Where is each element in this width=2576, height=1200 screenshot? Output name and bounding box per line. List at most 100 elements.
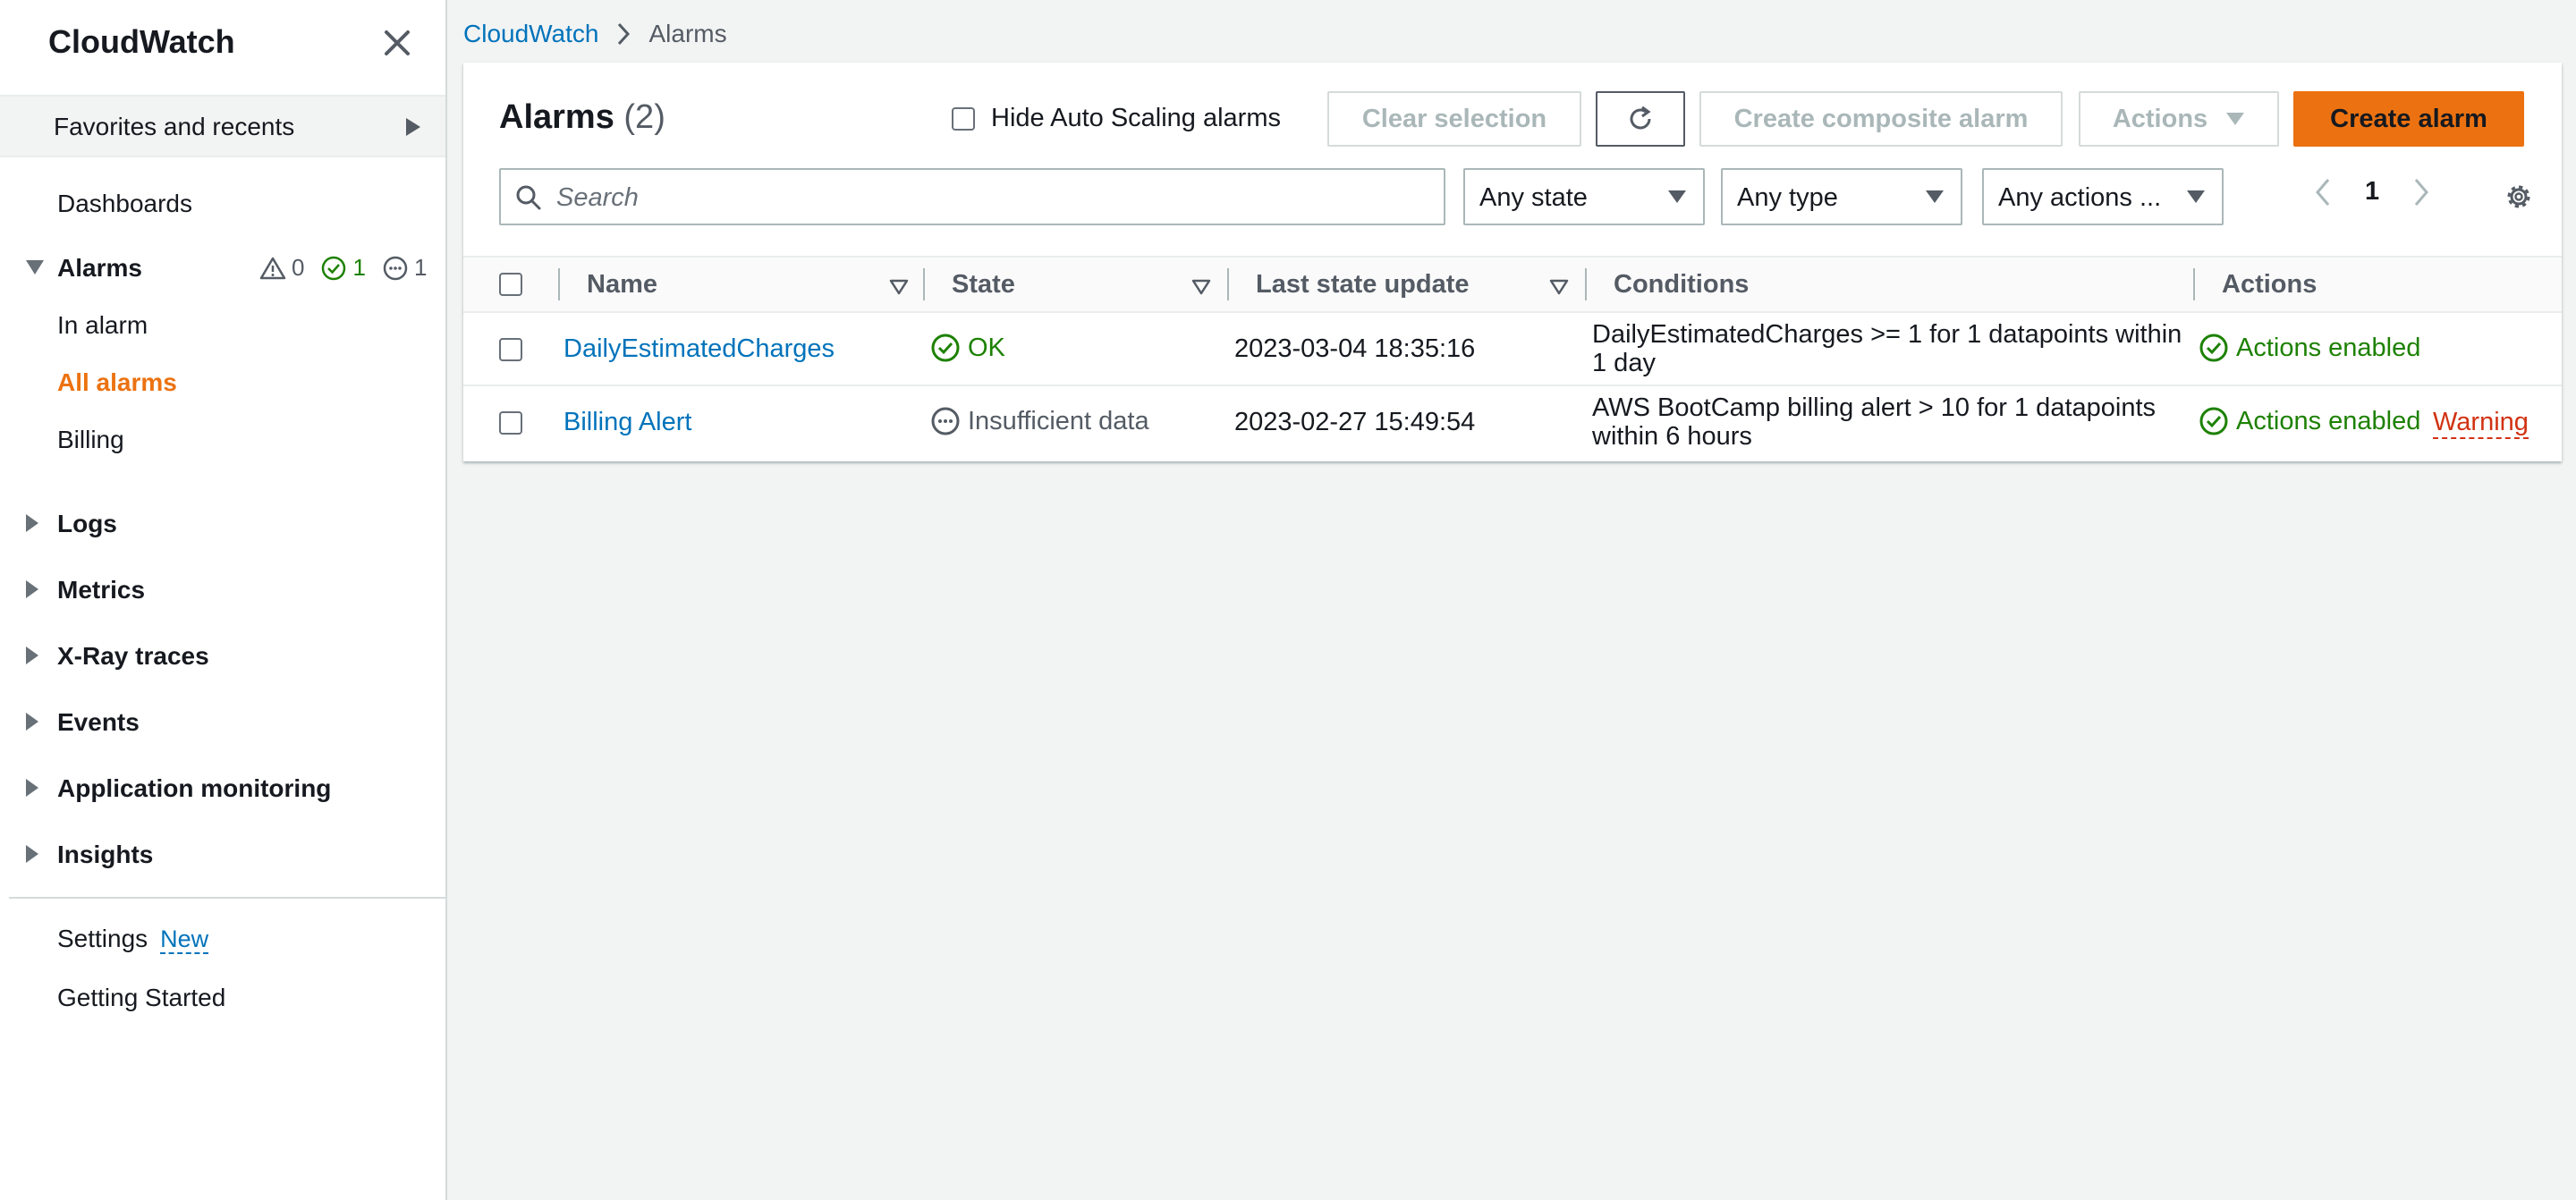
panel-title-text: Alarms xyxy=(499,98,614,136)
caret-right-icon[interactable] xyxy=(25,513,39,533)
insufficient-data-icon xyxy=(931,407,960,435)
sidebar-item-app-monitoring[interactable]: Application monitoring xyxy=(57,774,331,803)
breadcrumb-cloudwatch[interactable]: CloudWatch xyxy=(463,20,598,48)
sidebar-item-in-alarm[interactable]: In alarm xyxy=(57,311,148,340)
hide-autoscaling-toggle[interactable]: Hide Auto Scaling alarms xyxy=(952,104,1281,133)
sidebar-item-logs[interactable]: Logs xyxy=(57,510,117,538)
sidebar-item-billing[interactable]: Billing xyxy=(57,426,124,454)
caret-down-icon xyxy=(1668,190,1686,203)
count-in-alarm: 0 xyxy=(292,254,305,281)
last-state-update: 2023-02-27 15:49:54 xyxy=(1234,408,1476,436)
actions-dropdown-label: Actions xyxy=(2112,104,2208,133)
hide-autoscaling-label: Hide Auto Scaling alarms xyxy=(991,104,1281,132)
alarm-name-link[interactable]: DailyEstimatedCharges xyxy=(564,334,835,364)
caret-right-icon xyxy=(406,118,420,136)
ok-icon xyxy=(931,334,960,362)
close-icon[interactable] xyxy=(381,27,413,59)
search-field[interactable] xyxy=(499,168,1445,225)
caret-down-icon[interactable] xyxy=(25,259,45,275)
warning-link[interactable]: Warning xyxy=(2433,408,2529,439)
insufficient-data-icon xyxy=(383,256,408,280)
caret-right-icon[interactable] xyxy=(25,646,39,665)
sidebar-item-insights[interactable]: Insights xyxy=(57,841,153,869)
caret-down-icon xyxy=(1926,190,1944,203)
state-filter-value: Any state xyxy=(1479,183,1588,212)
caret-right-icon[interactable] xyxy=(25,579,39,599)
search-input[interactable] xyxy=(555,177,1435,218)
refresh-button[interactable] xyxy=(1596,91,1685,147)
breadcrumb: CloudWatch Alarms xyxy=(463,20,727,48)
breadcrumb-alarms: Alarms xyxy=(648,20,727,47)
chevron-right-icon[interactable] xyxy=(2413,178,2429,207)
create-composite-alarm-button[interactable]: Create composite alarm xyxy=(1699,91,2063,147)
caret-right-icon[interactable] xyxy=(25,778,39,798)
conditions-line: within 6 hours xyxy=(1592,422,1752,451)
refresh-icon xyxy=(1630,106,1651,130)
alarm-conditions: DailyEstimatedCharges >= 1 for 1 datapoi… xyxy=(1592,320,2182,377)
sidebar-item-metrics[interactable]: Metrics xyxy=(57,576,145,604)
actions-filter-value: Any actions ... xyxy=(1998,183,2162,212)
favorites-label: Favorites and recents xyxy=(54,113,295,140)
sort-icon[interactable] xyxy=(1191,279,1211,295)
caret-right-icon[interactable] xyxy=(25,844,39,864)
sidebar-item-getting-started[interactable]: Getting Started xyxy=(57,984,225,1012)
alarm-state: OK xyxy=(930,333,1005,363)
actions-status-label: Actions enabled xyxy=(2236,406,2421,435)
chevron-left-icon[interactable] xyxy=(2315,178,2331,207)
sidebar-item-all-alarms[interactable]: All alarms xyxy=(57,368,177,397)
sidebar-item-alarms[interactable]: Alarms xyxy=(57,254,142,283)
create-alarm-button[interactable]: Create alarm xyxy=(2293,91,2524,147)
actions-filter-select[interactable]: Any actions ... xyxy=(1982,168,2224,225)
caret-down-icon xyxy=(2187,190,2205,203)
column-header-last-update[interactable]: Last state update xyxy=(1256,270,1470,300)
new-badge: New xyxy=(160,925,209,954)
column-header-conditions: Conditions xyxy=(1614,270,1750,299)
table-row: DailyEstimatedCharges OK 2023-03-04 18:3… xyxy=(463,313,2562,386)
type-filter-value: Any type xyxy=(1737,183,1838,212)
type-filter-select[interactable]: Any type xyxy=(1721,168,1962,225)
gear-icon[interactable] xyxy=(2503,181,2535,213)
alarm-counts: 0 1 1 xyxy=(259,254,443,282)
hide-autoscaling-checkbox[interactable] xyxy=(952,106,975,131)
sidebar-item-dashboards[interactable]: Dashboards xyxy=(57,190,192,218)
row-checkbox[interactable] xyxy=(499,411,522,435)
state-filter-select[interactable]: Any state xyxy=(1463,168,1705,225)
sidebar-item-events[interactable]: Events xyxy=(57,708,140,737)
count-insufficient: 1 xyxy=(413,254,428,281)
table-row: Billing Alert Insufficient data 2023-02-… xyxy=(463,386,2562,460)
alarm-state-label: OK xyxy=(968,333,1005,362)
select-all-checkbox[interactable] xyxy=(499,273,522,296)
alarm-state: Insufficient data xyxy=(930,406,1149,436)
sort-icon[interactable] xyxy=(889,279,909,295)
sidebar-favorites[interactable]: Favorites and recents xyxy=(0,95,445,157)
column-header-state[interactable]: State xyxy=(952,270,1015,300)
row-checkbox[interactable] xyxy=(499,338,522,361)
page-number[interactable]: 1 xyxy=(2365,177,2379,207)
search-icon xyxy=(516,185,541,210)
ok-icon xyxy=(2199,334,2228,362)
column-divider xyxy=(1227,268,1229,300)
conditions-line: 1 day xyxy=(1592,349,1656,377)
actions-status-label: Actions enabled xyxy=(2236,333,2421,362)
clear-selection-button[interactable]: Clear selection xyxy=(1327,91,1581,147)
sidebar-item-xray[interactable]: X-Ray traces xyxy=(57,642,209,671)
column-divider xyxy=(2193,268,2195,300)
settings-label: Settings xyxy=(57,925,148,952)
caret-right-icon[interactable] xyxy=(25,712,39,731)
table-header: Name State Last state update Conditions … xyxy=(463,256,2562,313)
alarm-name-link[interactable]: Billing Alert xyxy=(564,408,691,437)
sort-icon[interactable] xyxy=(1549,279,1569,295)
sidebar-item-settings[interactable]: Settings New xyxy=(57,925,209,954)
sidebar: CloudWatch Favorites and recents Dashboa… xyxy=(0,0,447,1200)
sidebar-title: CloudWatch xyxy=(48,23,235,60)
last-state-update: 2023-03-04 18:35:16 xyxy=(1234,334,1476,363)
conditions-line: AWS BootCamp billing alert > 10 for 1 da… xyxy=(1592,393,2157,422)
ok-icon xyxy=(322,256,346,280)
actions-dropdown[interactable]: Actions xyxy=(2079,91,2279,147)
column-header-name[interactable]: Name xyxy=(587,270,657,300)
alarm-state-label: Insufficient data xyxy=(968,406,1149,435)
chevron-right-icon xyxy=(618,22,631,46)
pagination: 1 xyxy=(2315,177,2429,207)
column-divider xyxy=(558,268,560,300)
column-divider xyxy=(923,268,925,300)
